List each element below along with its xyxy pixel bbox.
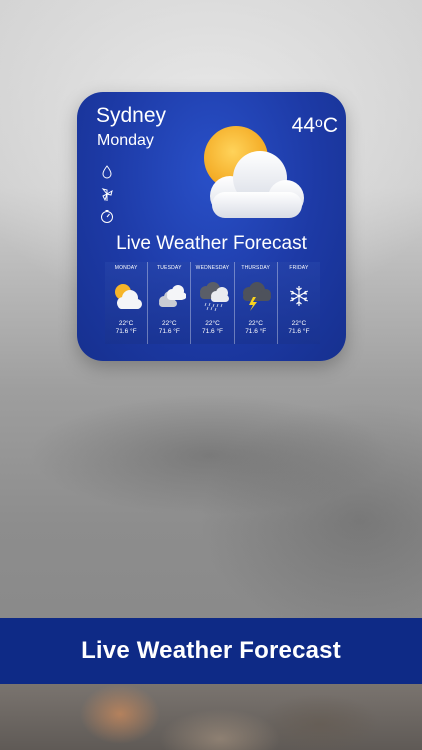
- wind-icon: [101, 188, 113, 202]
- city-name: Sydney: [96, 104, 167, 127]
- forecast-day-name: MONDAY: [114, 265, 138, 271]
- forecast-day-thursday[interactable]: THURSDAY 22°C 71.6 °F: [235, 262, 278, 344]
- cloudy-icon: [159, 285, 187, 307]
- sun-behind-cloud-icon: [204, 126, 304, 218]
- rain-icon: [199, 282, 229, 311]
- forecast-day-tuesday[interactable]: TUESDAY 22°C 71.6 °F: [148, 262, 192, 344]
- forecast-fahrenheit: 71.6 °F: [201, 328, 224, 335]
- forecast-celsius: 22°C: [291, 320, 307, 327]
- forecast-day-wednesday[interactable]: WEDNESDAY 22°C 71.6 °F: [191, 262, 235, 344]
- forecast-day-monday[interactable]: MONDAY 22°C 71.6 °F: [105, 262, 149, 344]
- forecast-day-name: FRIDAY: [289, 265, 309, 271]
- forecast-day-name: WEDNESDAY: [195, 265, 230, 271]
- background-photo-strip: [0, 684, 422, 750]
- forecast-fahrenheit: 71.6 °F: [288, 328, 310, 335]
- temperature-unit: C: [322, 114, 338, 137]
- gauge-icon: [101, 210, 113, 223]
- forecast-fahrenheit: 71.6 °F: [245, 328, 267, 335]
- forecast-celsius: 22°C: [118, 320, 134, 327]
- thunderstorm-icon: [242, 282, 271, 311]
- title-banner: Live Weather Forecast: [0, 618, 422, 684]
- partly-sunny-icon: [115, 284, 143, 309]
- droplet-icon: [102, 165, 112, 179]
- forecast-day-name: TUESDAY: [156, 265, 182, 271]
- forecast-day-name: THURSDAY: [241, 265, 271, 271]
- degree-sign: o: [315, 114, 323, 130]
- widget-headline: Live Weather Forecast: [116, 233, 307, 254]
- forecast-celsius: 22°C: [205, 320, 220, 327]
- snowflake-icon: [289, 286, 308, 306]
- current-day: Monday: [97, 132, 154, 149]
- banner-title: Live Weather Forecast: [81, 637, 341, 664]
- forecast-fahrenheit: 71.6 °F: [115, 328, 137, 335]
- five-day-forecast: MONDAY 22°C 71.6 °F TUESDAY 22°C 71.6 °F…: [105, 262, 320, 344]
- weather-widget[interactable]: Sydney Monday 44oC Live Weather Forecast…: [77, 92, 346, 361]
- forecast-celsius: 22°C: [248, 320, 263, 327]
- forecast-celsius: 22°C: [162, 320, 177, 327]
- forecast-fahrenheit: 71.6 °F: [158, 328, 180, 335]
- forecast-day-friday[interactable]: FRIDAY 22°C 71.6 °F: [278, 262, 320, 344]
